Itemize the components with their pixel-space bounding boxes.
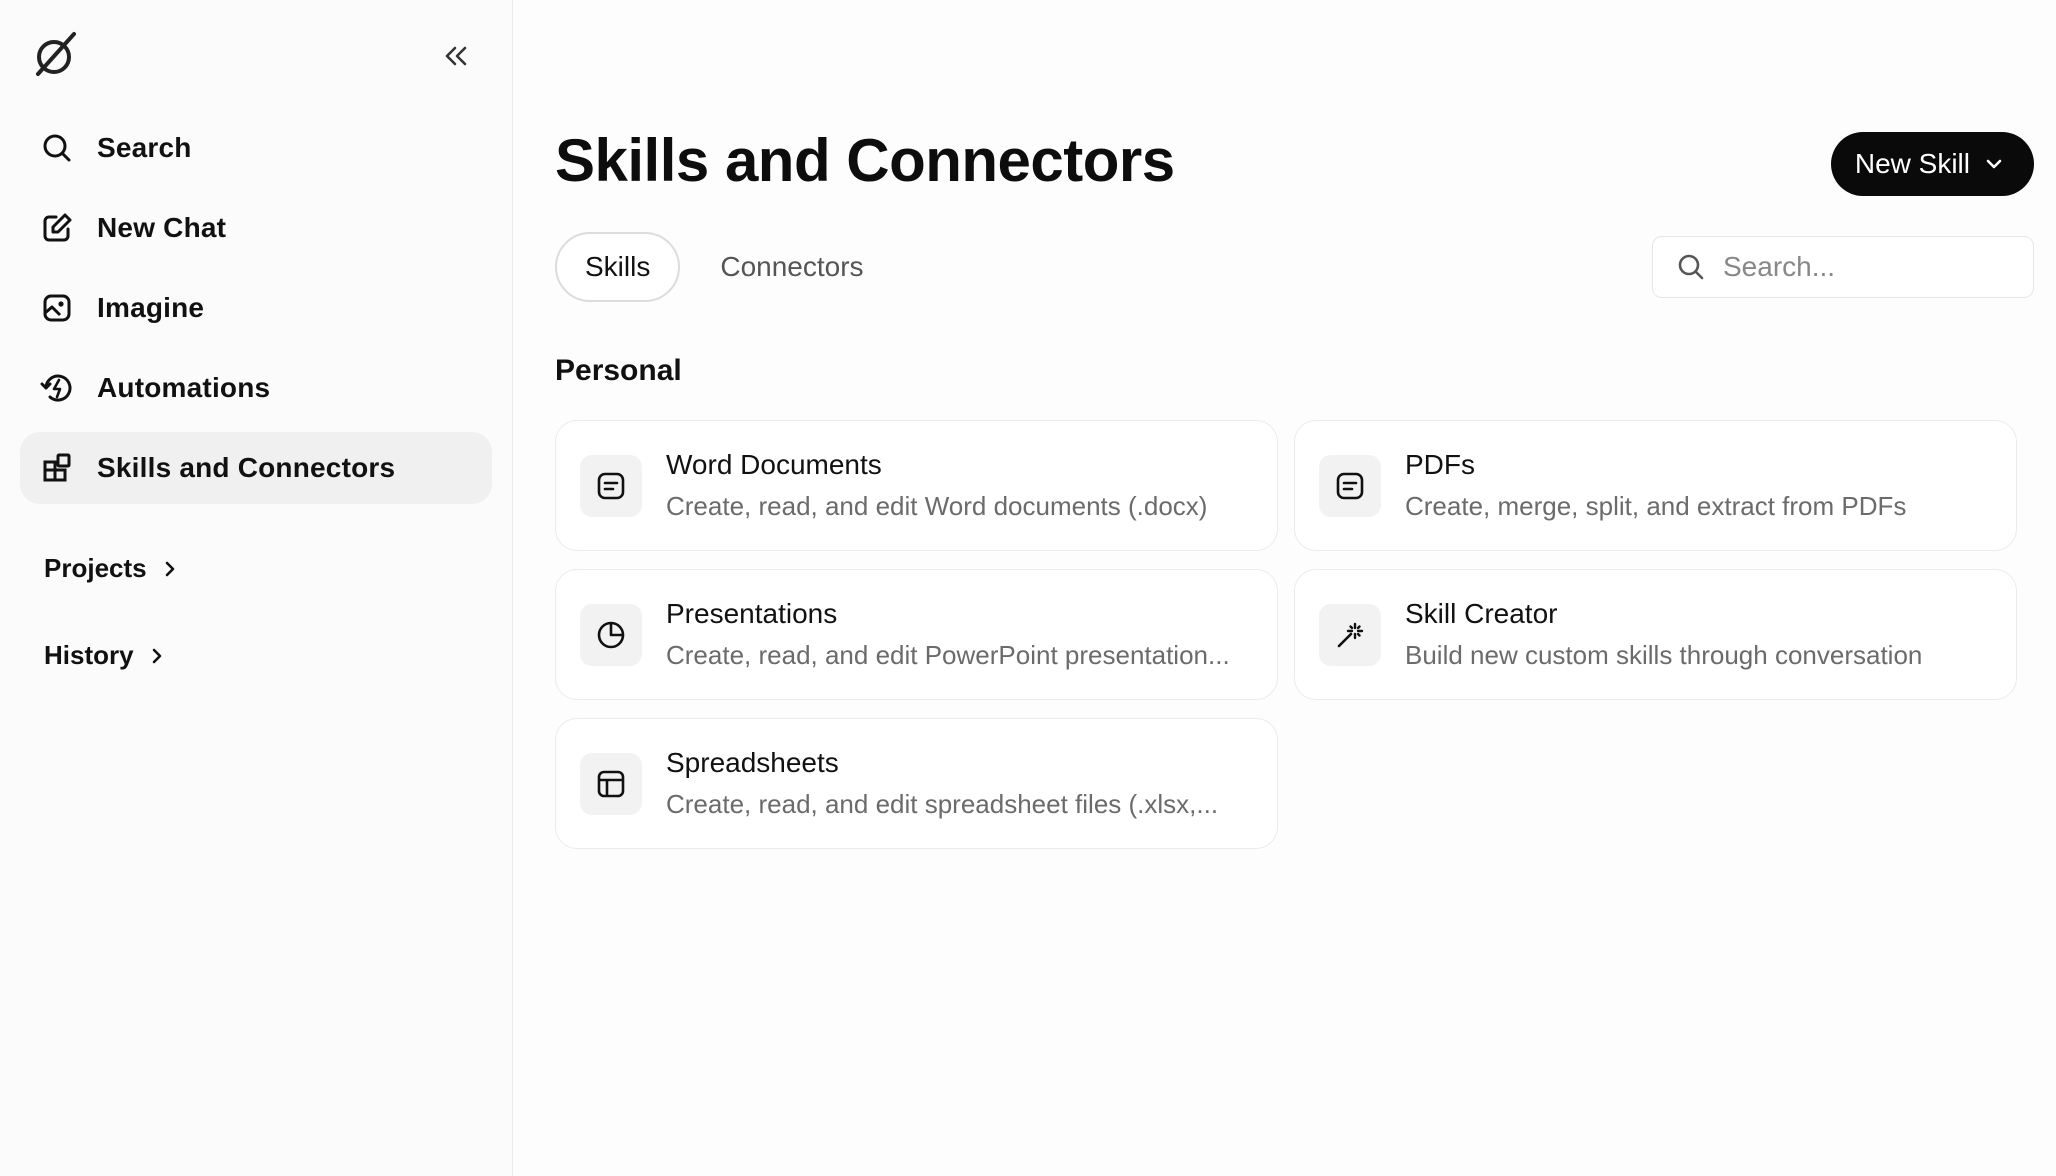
skill-card-title: Skill Creator bbox=[1405, 598, 1558, 629]
skill-card-description: Create, read, and edit spreadsheet files… bbox=[666, 789, 1219, 819]
table-icon bbox=[580, 752, 642, 815]
sidebar-projects-link[interactable]: Projects bbox=[44, 553, 177, 584]
sidebar-item-label: Automations bbox=[97, 372, 271, 403]
chevron-right-icon bbox=[150, 646, 164, 666]
sidebar-item-label: New Chat bbox=[97, 212, 227, 243]
logo-icon[interactable] bbox=[30, 30, 80, 80]
skill-card-title: Spreadsheets bbox=[666, 747, 839, 778]
chevron-right-icon bbox=[163, 559, 177, 579]
sidebar-item-skills-and-connectors[interactable]: Skills and Connectors bbox=[20, 432, 492, 504]
image-icon bbox=[40, 291, 74, 325]
main-content: Skills and Connectors New Skill Skills C… bbox=[513, 0, 2056, 1176]
tab-connectors[interactable]: Connectors bbox=[692, 232, 891, 302]
sidebar-item-label: Skills and Connectors bbox=[97, 452, 396, 483]
skill-card-presentations[interactable]: Presentations Create, read, and edit Pow… bbox=[555, 569, 1278, 700]
pie-chart-icon bbox=[580, 603, 642, 666]
double-chevron-left-icon bbox=[445, 46, 467, 66]
skill-card-skill-creator[interactable]: Skill Creator Build new custom skills th… bbox=[1294, 569, 2017, 700]
sidebar-nav: Search New Chat Imagine Automations Skil… bbox=[20, 112, 492, 512]
skill-card-title: Word Documents bbox=[666, 449, 882, 480]
edit-icon bbox=[40, 211, 74, 245]
skills-grid: Word Documents Create, read, and edit Wo… bbox=[555, 420, 2017, 849]
sidebar-item-search[interactable]: Search bbox=[20, 112, 492, 184]
skill-card-description: Create, read, and edit Word documents (.… bbox=[666, 491, 1208, 521]
search-icon bbox=[40, 131, 74, 165]
collapse-sidebar-button[interactable] bbox=[438, 38, 474, 74]
new-skill-button[interactable]: New Skill bbox=[1830, 132, 2034, 196]
skill-card-description: Create, read, and edit PowerPoint presen… bbox=[666, 640, 1230, 670]
document-icon bbox=[580, 454, 642, 517]
skill-card-spreadsheets[interactable]: Spreadsheets Create, read, and edit spre… bbox=[555, 718, 1278, 849]
chevron-down-icon bbox=[1986, 159, 2002, 169]
grid-plus-icon bbox=[40, 451, 74, 485]
section-heading-personal: Personal bbox=[555, 354, 682, 387]
sidebar-item-automations[interactable]: Automations bbox=[20, 352, 492, 424]
new-skill-label: New Skill bbox=[1854, 148, 1970, 179]
sidebar-item-imagine[interactable]: Imagine bbox=[20, 272, 492, 344]
projects-label: Projects bbox=[44, 553, 147, 583]
history-label: History bbox=[44, 640, 134, 670]
search-input[interactable] bbox=[1723, 251, 2023, 283]
skill-card-title: PDFs bbox=[1405, 449, 1475, 480]
tabs: Skills Connectors bbox=[555, 232, 892, 302]
skill-card-word-documents[interactable]: Word Documents Create, read, and edit Wo… bbox=[555, 420, 1278, 551]
page-title: Skills and Connectors bbox=[555, 127, 1175, 194]
skill-card-pdfs[interactable]: PDFs Create, merge, split, and extract f… bbox=[1294, 420, 2017, 551]
sidebar-history-link[interactable]: History bbox=[44, 640, 164, 671]
skill-card-title: Presentations bbox=[666, 598, 838, 629]
skill-card-description: Create, merge, split, and extract from P… bbox=[1405, 491, 1907, 521]
sidebar-item-label: Imagine bbox=[97, 292, 205, 323]
sidebar: Search New Chat Imagine Automations Skil… bbox=[0, 0, 513, 1176]
sidebar-item-label: Search bbox=[97, 132, 192, 163]
document-icon bbox=[1319, 454, 1381, 517]
magic-wand-icon bbox=[1319, 603, 1381, 666]
skill-card-description: Build new custom skills through conversa… bbox=[1405, 640, 1923, 670]
search-icon bbox=[1678, 254, 1704, 280]
history-bolt-icon bbox=[40, 371, 74, 405]
tab-skills[interactable]: Skills bbox=[555, 232, 681, 302]
sidebar-item-new-chat[interactable]: New Chat bbox=[20, 192, 492, 264]
search-box bbox=[1652, 236, 2034, 298]
